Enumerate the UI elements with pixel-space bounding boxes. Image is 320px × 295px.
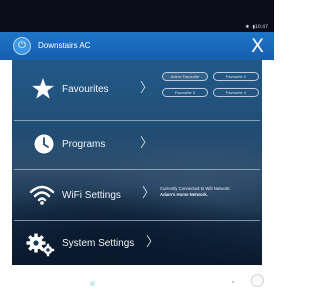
wifi-network-name: Adam's Home Network. <box>160 192 208 197</box>
favourites-label: Favourites <box>62 84 109 95</box>
favourite-pill-2[interactable]: Favourite 2 <box>213 72 259 81</box>
device-name: Downstairs AC <box>38 41 91 50</box>
gears-icon <box>26 233 55 257</box>
nav-dot <box>232 281 234 283</box>
chevron-right-icon: 〉 <box>146 235 160 250</box>
chevron-right-icon: 〉 <box>140 136 154 151</box>
favourite-pill-4[interactable]: Favourite 4 <box>213 88 259 97</box>
status-time: 10:47 <box>255 25 268 30</box>
menu-area: Favourites 〉 Active Favourite Favourite … <box>12 60 262 265</box>
clock-icon <box>34 134 54 154</box>
chevron-right-icon: 〉 <box>142 186 156 201</box>
chevron-right-icon: 〉 <box>140 81 154 96</box>
navigation-bar <box>0 265 274 295</box>
home-button[interactable] <box>90 281 95 286</box>
wifi-icon <box>29 185 55 205</box>
system-settings-label: System Settings <box>62 238 135 249</box>
menu-item-wifi-settings[interactable]: WiFi Settings 〉 Currently Connected to W… <box>12 170 262 220</box>
close-button[interactable]: X <box>251 35 264 57</box>
menu-item-favourites[interactable]: Favourites 〉 Active Favourite Favourite … <box>12 60 262 120</box>
wifi-status-text: Currently Connected to Wifi Network: Ada… <box>160 186 260 198</box>
status-bar: ✱ ▮ 10:47 <box>0 24 274 32</box>
phone-top-bezel <box>0 0 274 24</box>
star-icon <box>32 78 54 99</box>
menu-item-system-settings[interactable]: System Settings 〉 <box>12 221 262 265</box>
programs-label: Programs <box>62 139 106 150</box>
wifi-settings-label: WiFi Settings <box>62 190 121 201</box>
favourite-pill-3[interactable]: Favourite 3 <box>162 88 208 97</box>
power-icon[interactable]: ⏻ <box>13 37 31 55</box>
menu-item-programs[interactable]: Programs 〉 <box>12 121 262 169</box>
favourite-pill-1[interactable]: Active Favourite <box>162 72 208 81</box>
nav-circle-button[interactable] <box>251 274 264 287</box>
app-header: ⏻ Downstairs AC X <box>0 32 274 60</box>
